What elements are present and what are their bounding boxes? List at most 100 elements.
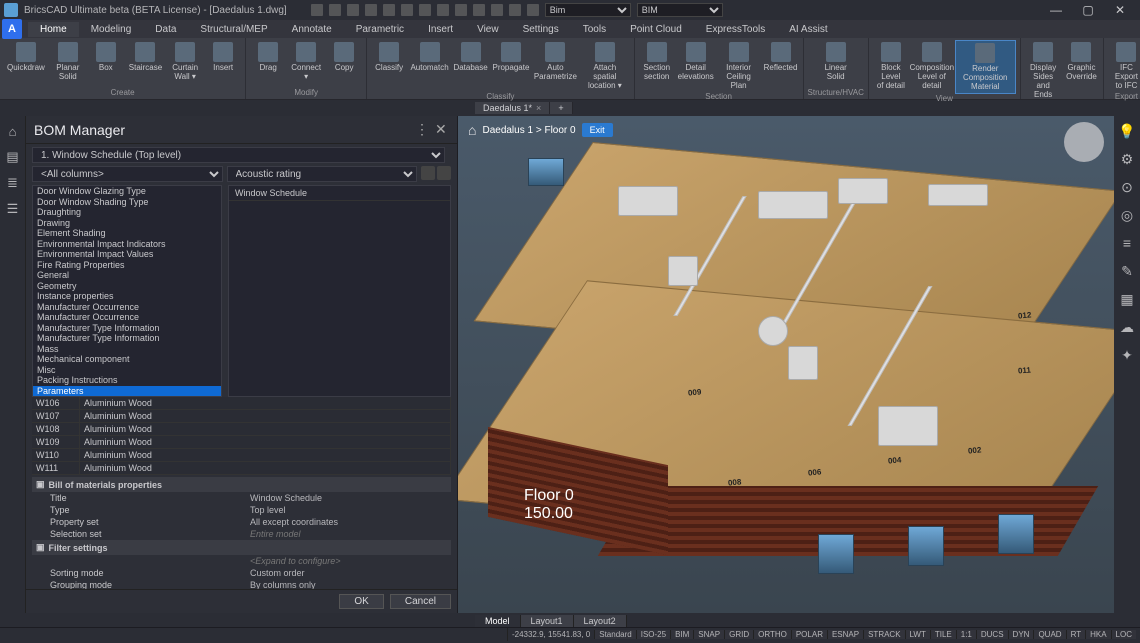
table-row[interactable]: W110Aluminium Wood [32,449,451,462]
3d-viewport[interactable]: ⌂ Daedalus 1 > Floor 0 Exit Floor 0 150.… [458,116,1114,613]
property-value[interactable]: Window Schedule [250,493,451,503]
category-item[interactable]: General [33,270,221,281]
category-item[interactable]: Geometry [33,281,221,292]
panel-close-icon[interactable]: ✕ [435,121,449,138]
ribbon-propagate-button[interactable]: Propagate [491,40,531,74]
status-hka[interactable]: HKA [1085,630,1110,639]
ribbon-ifc-button[interactable]: IFC Export to IFC [1108,40,1140,92]
property-value[interactable]: Top level [250,505,451,515]
qat-icon[interactable] [311,4,323,16]
ribbon-tab-pointcloud[interactable]: Point Cloud [618,22,694,37]
property-row[interactable]: TypeTop level [32,504,451,516]
category-item[interactable]: Fire Rating Properties [33,260,221,271]
table-row[interactable]: W108Aluminium Wood [32,423,451,436]
minimize-button[interactable]: — [1040,0,1072,20]
grid-icon[interactable]: ▦ [1118,290,1136,308]
category-item[interactable]: Door Window Glazing Type [33,186,221,197]
table-row[interactable]: W106Aluminium Wood [32,397,451,410]
ribbon-tab-structuralmep[interactable]: Structural/MEP [188,22,279,37]
structure-icon[interactable]: ▤ [4,148,22,166]
ribbon-tab-expresstools[interactable]: ExpressTools [694,22,777,37]
ribbon-reflected-button[interactable]: Reflected [763,40,799,74]
status-iso25[interactable]: ISO-25 [636,630,670,639]
category-item[interactable]: Parameters [33,386,221,397]
document-tab[interactable]: Daedalus 1* × [475,102,550,114]
property-value[interactable]: Custom order [250,568,451,578]
layout-tab-layout1[interactable]: Layout1 [521,615,574,627]
qat-icon[interactable] [419,4,431,16]
status-quad[interactable]: QUAD [1033,630,1065,639]
ribbon-automatch-button[interactable]: Automatch [409,40,450,74]
status-11[interactable]: 1:1 [956,630,976,639]
category-item[interactable]: Drawing [33,218,221,229]
category-item[interactable]: Manufacturer Occurrence [33,312,221,323]
property-value[interactable]: Entire model [250,529,451,539]
ribbon-insert-button[interactable]: Insert [205,40,241,74]
breadcrumb-exit-button[interactable]: Exit [582,123,613,137]
status-esnap[interactable]: ESNAP [827,630,863,639]
status-rt[interactable]: RT [1066,630,1086,639]
status-bim[interactable]: BIM [670,630,693,639]
ribbon-section-button[interactable]: Section section [639,40,675,83]
columns-select[interactable]: <All columns> [32,166,223,182]
table-row[interactable]: W107Aluminium Wood [32,410,451,423]
property-row[interactable]: <Expand to configure> [32,555,451,567]
ribbon-tab-modeling[interactable]: Modeling [79,22,144,37]
category-list[interactable]: Door Window Glazing TypeDoor Window Shad… [32,185,222,397]
ribbon-tab-view[interactable]: View [465,22,511,37]
category-item[interactable]: Manufacturer Type Information [33,323,221,334]
ribbon-database-button[interactable]: Database [452,40,489,74]
cancel-button[interactable]: Cancel [390,594,451,609]
property-row[interactable]: TitleWindow Schedule [32,492,451,504]
ribbon-blocklevel-button[interactable]: Block Level of detail [873,40,909,92]
ribbon-detail-button[interactable]: Detail elevations [677,40,715,83]
category-item[interactable]: Environmental Impact Indicators [33,239,221,250]
filter-select[interactable]: Acoustic rating [227,166,418,182]
ribbon-tab-parametric[interactable]: Parametric [344,22,416,37]
ribbon-quickdraw-button[interactable]: Quickdraw [4,40,48,74]
ribbon-staircase-button[interactable]: Staircase [126,40,165,74]
category-item[interactable]: Manufacturer Occurrence [33,302,221,313]
category-item[interactable]: Manufacturer Type Information [33,333,221,344]
category-item[interactable]: Precast Concrete Element General [33,396,221,397]
layout-tab-model[interactable]: Model [475,615,521,627]
category-item[interactable]: Misc [33,365,221,376]
export-icon[interactable] [437,166,451,180]
ribbon-classify-button[interactable]: Classify [371,40,407,74]
status-polar[interactable]: POLAR [791,630,827,639]
hierarchy-icon[interactable]: ☰ [4,200,22,218]
qat-icon[interactable] [455,4,467,16]
ribbon-attachspatial-button[interactable]: Attach spatial location ▾ [580,40,630,92]
target-icon[interactable]: ◎ [1118,206,1136,224]
home-icon[interactable]: ⌂ [4,122,22,140]
ribbon-tab-aiassist[interactable]: AI Assist [777,22,839,37]
status-strack[interactable]: STRACK [863,630,904,639]
category-item[interactable]: Instance properties [33,291,221,302]
ribbon-interior-button[interactable]: Interior Ceiling Plan [717,40,761,92]
status-loc[interactable]: LOC [1111,630,1136,639]
balloon-icon[interactable]: ⊙ [1118,178,1136,196]
qat-icon[interactable] [509,4,521,16]
sliders-icon[interactable]: ⚙ [1118,150,1136,168]
ribbon-copy-button[interactable]: Copy [326,40,362,74]
cloud-icon[interactable]: ☁ [1118,318,1136,336]
qat-icon[interactable] [383,4,395,16]
table-row[interactable]: W111Aluminium Wood [32,462,451,475]
ribbon-tab-insert[interactable]: Insert [416,22,465,37]
ribbon-tab-tools[interactable]: Tools [571,22,618,37]
ribbon-displaysides-button[interactable]: Display Sides and Ends [1025,40,1062,101]
ribbon-tab-annotate[interactable]: Annotate [280,22,344,37]
start-button[interactable]: A [2,19,22,39]
category-item[interactable]: Element Shading [33,228,221,239]
ribbon-auto-button[interactable]: Auto Parametrize [533,40,578,83]
breadcrumb-home-icon[interactable]: ⌂ [468,122,476,138]
category-item[interactable]: Environmental Impact Values [33,249,221,260]
status-grid[interactable]: GRID [724,630,753,639]
qat-icon[interactable] [437,4,449,16]
status-lwt[interactable]: LWT [905,630,930,639]
pin-icon[interactable]: ✦ [1118,346,1136,364]
close-button[interactable]: ✕ [1104,0,1136,20]
lines-icon[interactable]: ≡ [1118,234,1136,252]
filter-section-header[interactable]: ▣Filter settings [32,540,451,555]
category-item[interactable]: Packing Instructions [33,375,221,386]
